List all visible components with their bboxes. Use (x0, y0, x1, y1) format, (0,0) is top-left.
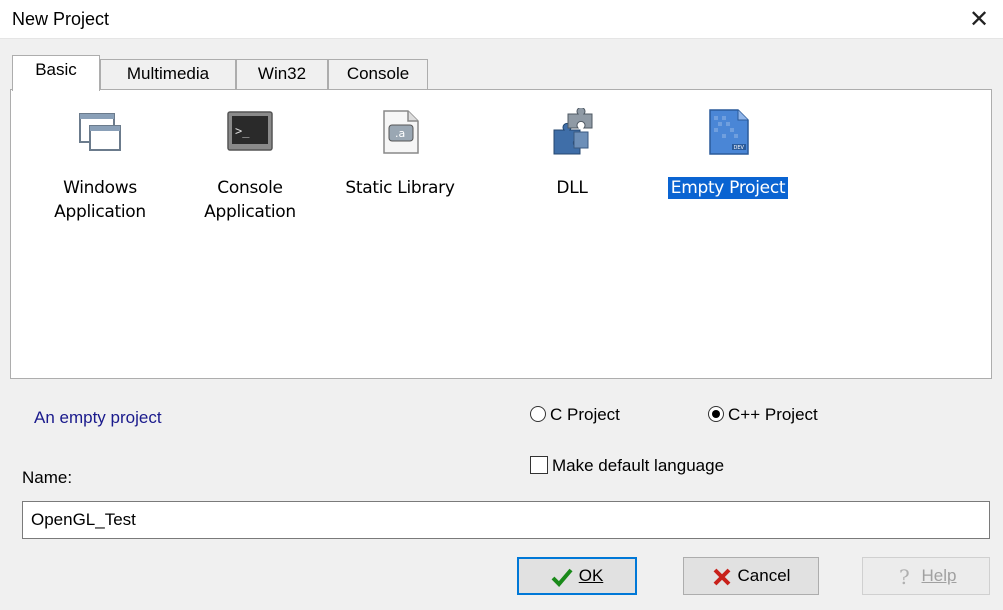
svg-text:DEV: DEV (734, 145, 745, 151)
template-label: DLL (556, 178, 588, 198)
help-button[interactable]: ? Help (862, 557, 990, 595)
console-app-icon: >_ (227, 111, 273, 151)
tab-console[interactable]: Console (328, 59, 428, 89)
windows-app-icon (79, 113, 121, 151)
dll-puzzle-icon (553, 108, 593, 155)
tab-basic[interactable]: Basic (12, 55, 100, 91)
cancel-x-icon (713, 568, 730, 585)
tab-win32[interactable]: Win32 (236, 59, 328, 89)
close-icon[interactable]: ✕ (965, 6, 993, 34)
template-label: Console Application (204, 178, 296, 222)
template-description: An empty project (34, 408, 162, 427)
template-label: Static Library (345, 178, 455, 198)
svg-text:.a: .a (395, 127, 405, 140)
make-default-language-checkbox[interactable]: Make default language (530, 454, 724, 478)
help-question-icon: ? (899, 565, 910, 589)
cpp-project-radio[interactable]: C++ Project (708, 403, 818, 427)
cpp-project-label: C++ Project (728, 405, 818, 424)
cancel-button-label: Cancel (737, 566, 791, 585)
checkbox-box-icon (530, 456, 548, 474)
cancel-button[interactable]: Cancel (683, 557, 819, 595)
c-project-label: C Project (550, 405, 620, 424)
template-label: Empty Project (667, 177, 789, 199)
template-label: Windows Application (54, 178, 146, 222)
svg-text:?: ? (899, 566, 910, 588)
radio-selected-icon (708, 406, 724, 422)
tab-multimedia[interactable]: Multimedia (100, 59, 236, 89)
static-library-icon: .a (383, 110, 419, 154)
checkmark-icon (551, 568, 573, 587)
title-bar: New Project ✕ (0, 0, 1003, 39)
name-label: Name: (22, 468, 73, 487)
empty-project-icon: DEV (709, 109, 749, 155)
radio-circle-icon (530, 406, 546, 422)
ok-button[interactable]: OK (517, 557, 637, 595)
ok-button-label: OK (578, 566, 604, 585)
help-button-label: Help (921, 566, 957, 585)
window-title: New Project (12, 9, 110, 29)
c-project-radio[interactable]: C Project (530, 403, 620, 427)
make-default-language-label: Make default language (552, 456, 725, 475)
svg-text:>_: >_ (235, 124, 250, 138)
template-panel: Windows Application >_ Console Applicati… (10, 89, 992, 379)
project-name-input[interactable] (22, 501, 990, 539)
